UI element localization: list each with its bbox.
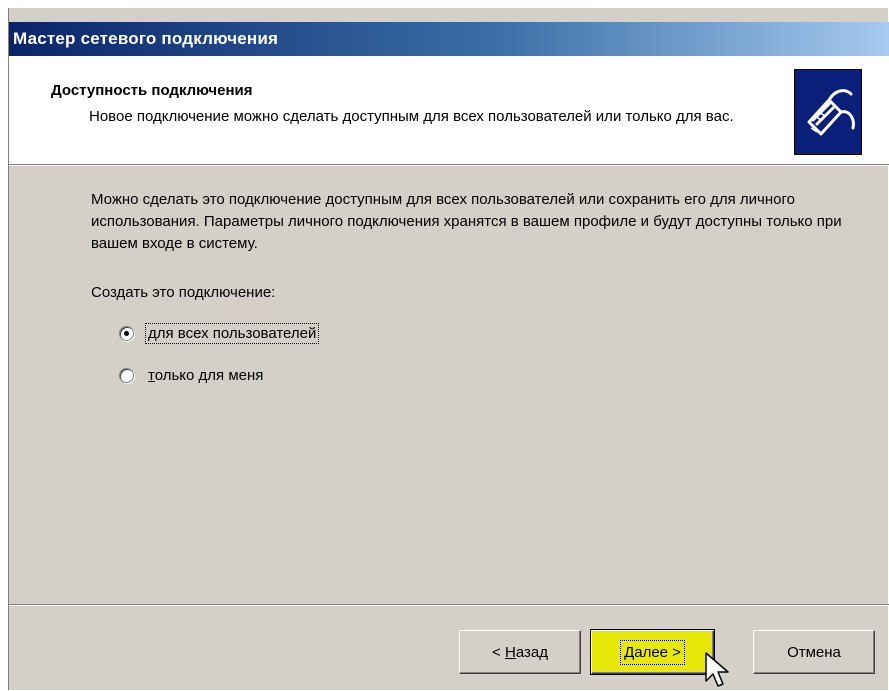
page-subtitle: Новое подключение можно сделать доступны…	[89, 108, 734, 125]
next-button[interactable]: Далее >	[590, 629, 715, 675]
title-bar[interactable]: Мастер сетевого подключения	[9, 22, 889, 56]
description-text: Можно сделать это подключение доступным …	[91, 191, 842, 252]
page-title: Доступность подключения	[51, 82, 253, 99]
radio-button-selected[interactable]	[119, 325, 134, 341]
back-button[interactable]: < Назад	[459, 630, 581, 674]
radio-all-users-label[interactable]: для всех пользователей	[144, 322, 320, 344]
window-title: Мастер сетевого подключения	[13, 29, 279, 48]
cancel-button[interactable]: Отмена	[753, 630, 875, 674]
network-cable-icon	[794, 69, 862, 155]
radio-all-users[interactable]: для всех пользователей	[119, 321, 320, 345]
button-separator	[9, 604, 889, 606]
create-connection-label: Создать это подключение:	[91, 284, 276, 301]
radio-only-me[interactable]: только для меня	[119, 363, 265, 387]
wizard-window: Мастер сетевого подключения Доступность …	[8, 8, 889, 690]
radio-button-unselected[interactable]	[119, 367, 134, 383]
radio-only-me-label[interactable]: только для меня	[146, 366, 265, 385]
mouse-pointer-icon	[705, 652, 729, 687]
wizard-header: Доступность подключения Новое подключени…	[9, 56, 889, 165]
